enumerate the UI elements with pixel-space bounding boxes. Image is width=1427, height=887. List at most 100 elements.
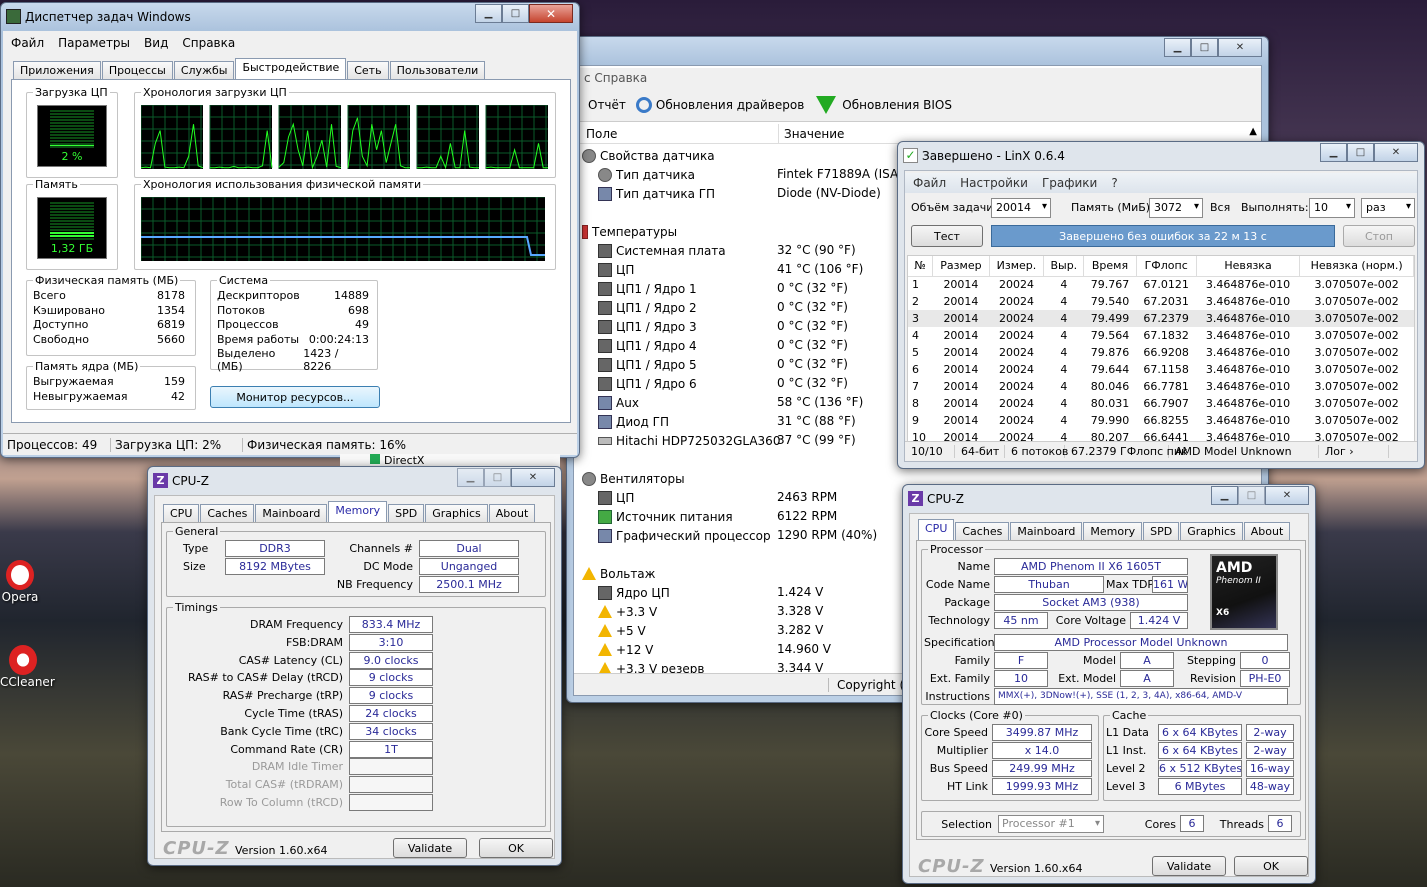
tab-cpu[interactable]: CPU xyxy=(918,519,955,540)
menu-help[interactable]: ? xyxy=(1111,176,1117,190)
tab-users[interactable]: Пользователи xyxy=(389,61,486,79)
sensor-row[interactable]: Графический процессор xyxy=(582,526,771,545)
memory-combo[interactable]: 3072 xyxy=(1149,198,1203,218)
sensor-row[interactable]: Ядро ЦП xyxy=(582,583,670,602)
tab-caches[interactable]: Caches xyxy=(200,504,255,522)
sensor-row[interactable]: +3.3 V xyxy=(582,602,657,621)
column-header[interactable]: Измер. xyxy=(989,256,1045,277)
table-row[interactable]: 2 20014 20024 4 79.540 67.2031 3.464876e-010 3.… xyxy=(908,293,1414,310)
menu-help[interactable]: Справка xyxy=(182,36,235,50)
sensor-row[interactable]: Источник питания xyxy=(582,507,733,526)
sensor-row[interactable]: ЦП1 / Ядро 5 xyxy=(582,355,697,374)
column-header[interactable]: Невязка (норм.) xyxy=(1299,256,1414,277)
sensor-row[interactable]: Hitachi HDP725032GLA360 xyxy=(582,431,780,450)
tab-about[interactable]: About xyxy=(1243,522,1291,540)
minimize-button[interactable]: ▁ xyxy=(1211,486,1238,505)
table-row[interactable]: 3 20014 20024 4 79.499 67.2379 3.464876e-010 3.… xyxy=(908,310,1414,327)
minimize-button[interactable]: ▁ xyxy=(1320,143,1347,162)
column-field[interactable]: Поле xyxy=(586,127,617,141)
sensor-row[interactable]: ЦП1 / Ядро 1 xyxy=(582,279,697,298)
sensor-row[interactable]: ЦП1 / Ядро 2 xyxy=(582,298,697,317)
close-button[interactable]: ✕ xyxy=(1265,486,1309,505)
sensor-row[interactable]: ЦП xyxy=(582,260,634,279)
tab-services[interactable]: Службы xyxy=(173,61,235,79)
tab-mainboard[interactable]: Mainboard xyxy=(255,504,328,522)
stop-button[interactable]: Стоп xyxy=(1343,225,1415,247)
menu-options[interactable]: Параметры xyxy=(58,36,130,50)
menu-file[interactable]: Файл xyxy=(11,36,44,50)
validate-button[interactable]: Validate xyxy=(1152,856,1226,876)
tab-caches[interactable]: Caches xyxy=(955,522,1010,540)
desktop-icon-opera[interactable]: Opera xyxy=(0,560,40,604)
minimize-button[interactable]: ▁ xyxy=(475,4,502,23)
table-row[interactable]: 7 20014 20024 4 80.046 66.7781 3.464876e-010 3.… xyxy=(908,378,1414,395)
tab-memory[interactable]: Memory xyxy=(328,501,388,522)
menu-file[interactable]: Файл xyxy=(913,176,946,190)
column-header[interactable]: Невязка xyxy=(1196,256,1301,277)
table-row[interactable]: 9 20014 20024 4 79.990 66.8255 3.464876e-010 3.… xyxy=(908,412,1414,429)
status-cell[interactable]: Лог › xyxy=(1319,445,1389,458)
column-header[interactable]: № xyxy=(908,256,934,277)
menu-help[interactable]: с Справка xyxy=(584,71,647,85)
tab-network[interactable]: Сеть xyxy=(347,61,389,79)
desktop-icon-ccleaner[interactable]: CCleaner xyxy=(0,645,55,689)
column-header[interactable]: Выр. xyxy=(1043,256,1085,277)
close-button[interactable]: ✕ xyxy=(1218,38,1262,57)
processor-selection-combo[interactable]: Processor #1 xyxy=(998,815,1104,833)
sensor-row[interactable]: ЦП1 / Ядро 4 xyxy=(582,336,697,355)
table-row[interactable]: 5 20014 20024 4 79.876 66.9208 3.464876e-010 3.… xyxy=(908,344,1414,361)
maximize-button[interactable]: □ xyxy=(1238,486,1265,505)
maximize-button[interactable]: □ xyxy=(1191,38,1218,57)
table-row[interactable]: 8 20014 20024 4 80.031 66.7907 3.464876e-010 3.… xyxy=(908,395,1414,412)
tab-spd[interactable]: SPD xyxy=(1143,522,1180,540)
sensor-row[interactable]: ЦП1 / Ядро 3 xyxy=(582,317,697,336)
ok-button[interactable]: OK xyxy=(1234,856,1308,876)
validate-button[interactable]: Validate xyxy=(393,838,467,858)
tab-cpu[interactable]: CPU xyxy=(163,504,200,522)
sensor-row[interactable]: Свойства датчика xyxy=(582,146,715,165)
report-button[interactable]: Отчёт xyxy=(588,98,626,112)
sensor-row[interactable]: ЦП1 / Ядро 6 xyxy=(582,374,697,393)
column-header[interactable]: Время xyxy=(1083,256,1137,277)
table-row[interactable]: 6 20014 20024 4 79.644 67.1158 3.464876e-010 3.… xyxy=(908,361,1414,378)
tab-graphics[interactable]: Graphics xyxy=(1180,522,1243,540)
sensor-row[interactable]: +12 V xyxy=(582,640,653,659)
maximize-button[interactable]: □ xyxy=(484,468,511,487)
tab-applications[interactable]: Приложения xyxy=(13,61,101,79)
minimize-button[interactable]: ▁ xyxy=(457,468,484,487)
menu-settings[interactable]: Настройки xyxy=(960,176,1028,190)
sensor-row[interactable]: Тип датчика xyxy=(582,165,695,184)
run-count-combo[interactable]: 10 xyxy=(1309,198,1355,218)
maximize-button[interactable]: □ xyxy=(1347,143,1374,162)
tab-memory[interactable]: Memory xyxy=(1083,522,1143,540)
minimize-button[interactable]: ▁ xyxy=(1164,38,1191,57)
test-button[interactable]: Тест xyxy=(911,225,983,247)
ok-button[interactable]: OK xyxy=(479,838,553,858)
close-button[interactable]: ✕ xyxy=(529,4,573,23)
run-unit-combo[interactable]: раз xyxy=(1361,198,1415,218)
column-value[interactable]: Значение xyxy=(784,127,844,141)
task-size-combo[interactable]: 20014 xyxy=(991,198,1051,218)
sensor-row[interactable]: Тип датчика ГП xyxy=(582,184,715,203)
tab-mainboard[interactable]: Mainboard xyxy=(1010,522,1083,540)
drivers-update-button[interactable]: Обновления драйверов xyxy=(656,98,804,112)
sensor-row[interactable]: Температуры xyxy=(582,222,677,241)
column-header[interactable]: Размер xyxy=(932,256,990,277)
sensor-row[interactable]: Диод ГП xyxy=(582,412,669,431)
table-row[interactable]: 4 20014 20024 4 79.564 67.1832 3.464876e-010 3.… xyxy=(908,327,1414,344)
close-button[interactable]: ✕ xyxy=(511,468,555,487)
tab-performance[interactable]: Быстродействие xyxy=(235,58,347,79)
sensor-row[interactable]: Вентиляторы xyxy=(582,469,685,488)
bios-update-button[interactable]: Обновления BIOS xyxy=(842,98,952,112)
resource-monitor-button[interactable]: Монитор ресурсов... xyxy=(210,386,380,408)
sensor-row[interactable]: Aux xyxy=(582,393,639,412)
menu-graphs[interactable]: Графики xyxy=(1042,176,1097,190)
sensor-row[interactable]: +5 V xyxy=(582,621,646,640)
tab-spd[interactable]: SPD xyxy=(388,504,425,522)
menu-view[interactable]: Вид xyxy=(144,36,168,50)
tab-about[interactable]: About xyxy=(488,504,536,522)
sensor-row[interactable]: Вольтаж xyxy=(582,564,655,583)
scroll-up-icon[interactable]: ▲ xyxy=(1249,126,1257,137)
tab-processes[interactable]: Процессы xyxy=(101,61,173,79)
column-header[interactable]: ГФлопс xyxy=(1136,256,1197,277)
